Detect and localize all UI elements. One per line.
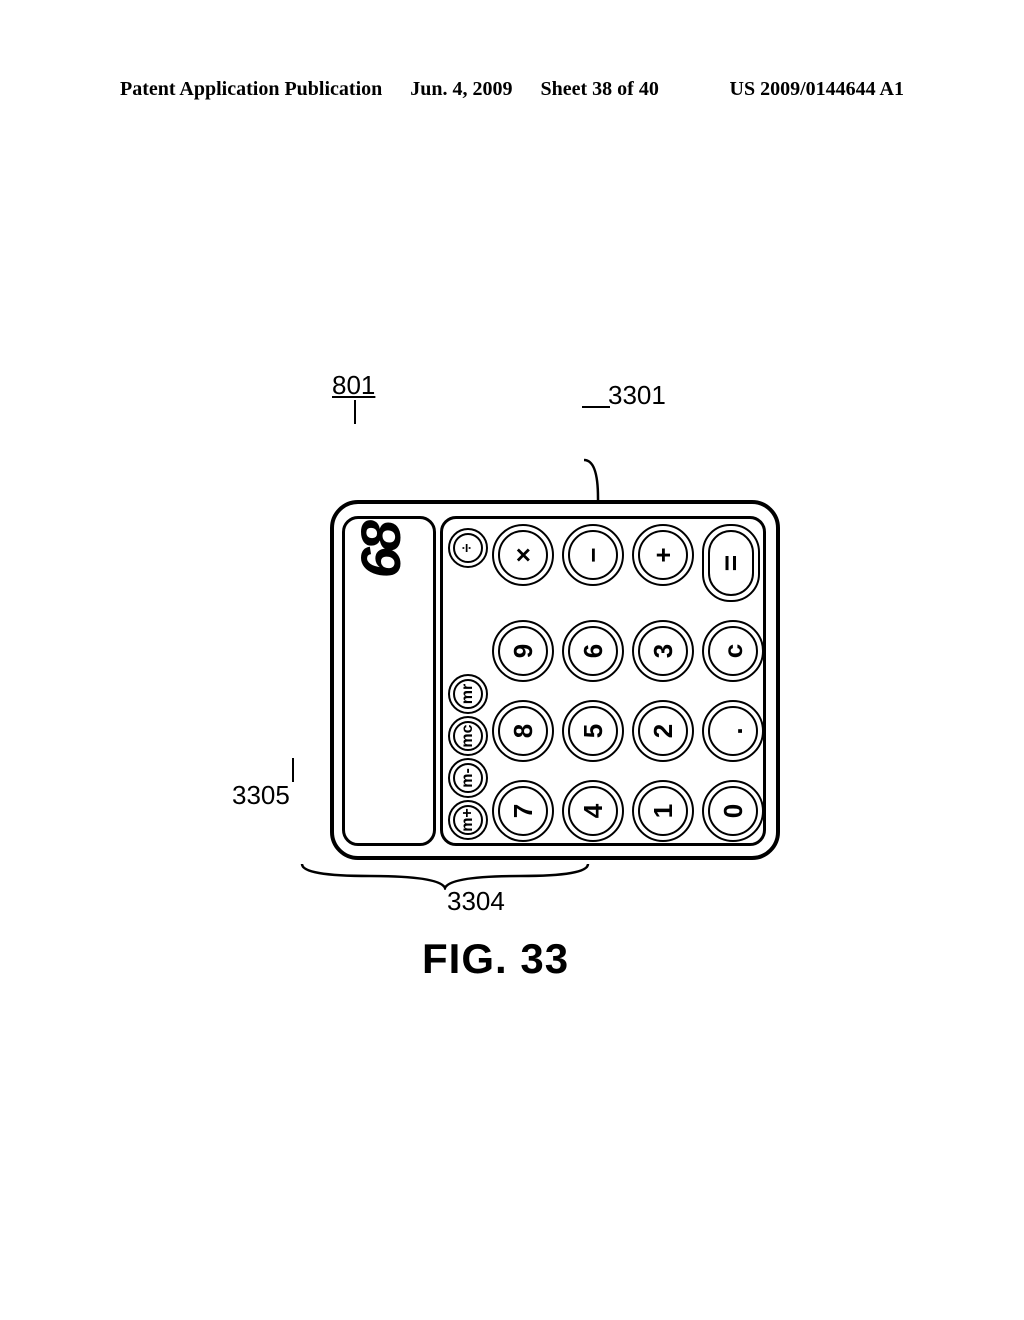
multiply-button[interactable]: × <box>492 524 554 586</box>
leader-device <box>354 400 356 424</box>
key-5[interactable]: 5 <box>562 700 624 762</box>
mem-recall-button[interactable]: mr <box>448 674 488 714</box>
callout-3305: 3305 <box>232 780 290 811</box>
equals-button[interactable]: = <box>702 524 760 602</box>
key-0[interactable]: 0 <box>702 780 764 842</box>
decimal-button[interactable]: . <box>702 700 764 762</box>
figure-area: 801 3301 3302 3303 3304 3305 FIG. 33 68 … <box>0 0 1024 1320</box>
ref-device: 801 <box>332 370 375 401</box>
mem-minus-button[interactable]: m- <box>448 758 488 798</box>
figure-label: FIG. 33 <box>422 935 569 983</box>
key-8[interactable]: 8 <box>492 700 554 762</box>
key-1[interactable]: 1 <box>632 780 694 842</box>
leader-3301 <box>582 406 610 408</box>
callout-3301: 3301 <box>608 380 666 411</box>
mem-clear-button[interactable]: mc <box>448 716 488 756</box>
key-4[interactable]: 4 <box>562 780 624 842</box>
leader-3305 <box>292 758 294 782</box>
key-2[interactable]: 2 <box>632 700 694 762</box>
key-7[interactable]: 7 <box>492 780 554 842</box>
brace-3304 <box>300 862 590 890</box>
key-6[interactable]: 6 <box>562 620 624 682</box>
mem-plus-button[interactable]: m+ <box>448 800 488 840</box>
key-9[interactable]: 9 <box>492 620 554 682</box>
plus-button[interactable]: + <box>632 524 694 586</box>
key-3[interactable]: 3 <box>632 620 694 682</box>
clear-button[interactable]: c <box>702 620 764 682</box>
display-value: 68 <box>348 524 413 580</box>
callout-3304: 3304 <box>447 886 505 917</box>
divide-button[interactable]: ÷ <box>448 528 488 568</box>
minus-button[interactable]: − <box>562 524 624 586</box>
